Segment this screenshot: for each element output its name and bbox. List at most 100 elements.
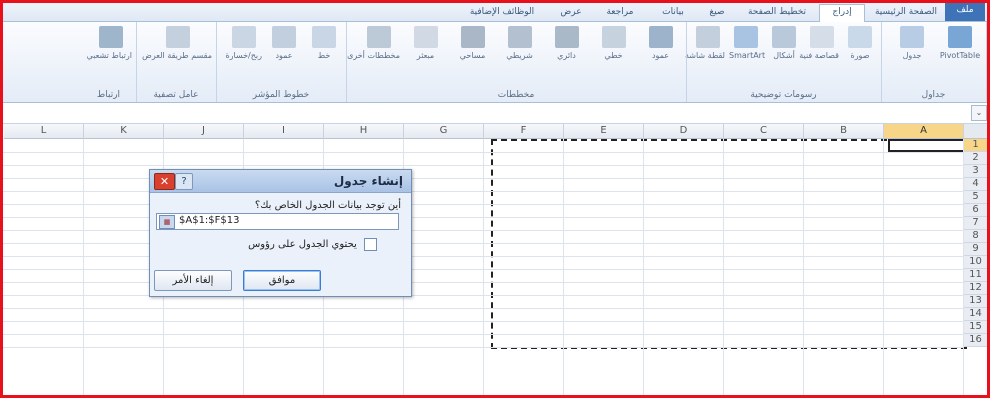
ribbon-button-4-1[interactable]: خط bbox=[306, 26, 342, 60]
ribbon-button-2-4[interactable]: SmartArt bbox=[729, 26, 766, 60]
ribbon-button-label: PivotTable bbox=[939, 51, 981, 60]
ribbon-button-2-3[interactable]: أشكال bbox=[767, 26, 801, 60]
row-header-2[interactable]: 2 bbox=[964, 152, 987, 165]
active-cell-a1[interactable] bbox=[888, 139, 966, 152]
row-gridline bbox=[3, 243, 964, 244]
column-header-h[interactable]: H bbox=[324, 124, 404, 139]
tab-9[interactable]: الوظائف الإضافية bbox=[457, 5, 547, 20]
row-header-6[interactable]: 6 bbox=[964, 204, 987, 217]
ribbon-button-1-1[interactable]: PivotTable bbox=[938, 26, 982, 60]
headers-checkbox[interactable] bbox=[364, 238, 377, 251]
column-header-i[interactable]: I bbox=[244, 124, 324, 139]
ribbon-button-2-5[interactable]: لقطة شاشة bbox=[685, 26, 725, 60]
row-gridline bbox=[3, 321, 964, 322]
collapse-dialog-icon[interactable]: ▦ bbox=[159, 215, 175, 229]
ribbon-button-label: عمود bbox=[651, 51, 670, 60]
tab-4[interactable]: تخطيط الصفحة bbox=[739, 5, 815, 20]
ribbon-button-3-2[interactable]: خطي bbox=[592, 26, 635, 60]
tab-3[interactable]: إدراج bbox=[819, 4, 865, 22]
hyperlink-icon bbox=[98, 26, 123, 48]
row-header-15[interactable]: 15 bbox=[964, 321, 987, 334]
ribbon-button-3-6[interactable]: مبعثر bbox=[404, 26, 447, 60]
ribbon-group-1: PivotTable جدول جداول bbox=[881, 22, 987, 102]
ribbon-button-5-1[interactable]: مقسم طريقة العرض bbox=[142, 26, 212, 60]
ribbon-button-2-2[interactable]: قصاصة فنية bbox=[799, 26, 839, 60]
ribbon-button-1-2[interactable]: جدول bbox=[890, 26, 934, 60]
ribbon-button-3-3[interactable]: دائري bbox=[545, 26, 588, 60]
ribbon-group-2: صورة قصاصة فنية أشكال SmartArt لقطة شاشة رسوم… bbox=[685, 22, 882, 102]
row-header-1[interactable]: 1 bbox=[964, 139, 987, 152]
column-header-b[interactable]: B bbox=[804, 124, 884, 139]
close-icon[interactable]: ✕ bbox=[154, 173, 175, 190]
column-header-f[interactable]: F bbox=[484, 124, 564, 139]
ribbon-button-label: ربح/خسارة bbox=[225, 51, 262, 60]
column-header-c[interactable]: C bbox=[724, 124, 804, 139]
ribbon-button-3-1[interactable]: عمود bbox=[639, 26, 682, 60]
ribbon-button-6-1[interactable]: ارتباط تشعبي bbox=[86, 26, 132, 60]
ribbon-group-name: ارتباط bbox=[96, 90, 121, 100]
ribbon-group-name: عامل تصفية bbox=[153, 90, 199, 100]
row-header-13[interactable]: 13 bbox=[964, 295, 987, 308]
row-header-11[interactable]: 11 bbox=[964, 269, 987, 282]
row-header-12[interactable]: 12 bbox=[964, 282, 987, 295]
tab-1[interactable]: ملف bbox=[945, 3, 985, 21]
ribbon-button-4-2[interactable]: عمود bbox=[266, 26, 302, 60]
row-header-3[interactable]: 3 bbox=[964, 165, 987, 178]
ribbon-button-3-7[interactable]: مخططات أخرى bbox=[347, 26, 400, 60]
tab-6[interactable]: بيانات bbox=[651, 5, 695, 20]
row-header-4[interactable]: 4 bbox=[964, 178, 987, 191]
ribbon-button-label: خطي bbox=[604, 51, 623, 60]
row-header-10[interactable]: 10 bbox=[964, 256, 987, 269]
range-input[interactable]: ▦ $A$1:$F$13 bbox=[156, 213, 399, 230]
ribbon-button-label: مقسم طريقة العرض bbox=[142, 51, 212, 60]
ribbon-group-6: ارتباط تشعبي ارتباط bbox=[81, 22, 137, 102]
row-header-9[interactable]: 9 bbox=[964, 243, 987, 256]
dialog-title-bar[interactable]: ✕ ? إنشاء جدول bbox=[150, 170, 411, 193]
row-header-5[interactable]: 5 bbox=[964, 191, 987, 204]
column-header-d[interactable]: D bbox=[644, 124, 724, 139]
ok-button[interactable]: موافق bbox=[243, 270, 321, 291]
ribbon-button-3-5[interactable]: مساحي bbox=[451, 26, 494, 60]
column-chart-icon bbox=[648, 26, 673, 48]
tab-5[interactable]: صيغ bbox=[701, 5, 733, 20]
ribbon-button-label: خط bbox=[317, 51, 331, 60]
row-gridline bbox=[3, 334, 964, 335]
row-header-16[interactable]: 16 bbox=[964, 334, 987, 347]
expand-formula-bar-icon[interactable]: ⌄ bbox=[971, 105, 987, 121]
ribbon-button-label: ارتباط تشعبي bbox=[86, 51, 132, 60]
tab-7[interactable]: مراجعة bbox=[595, 5, 645, 20]
excel-window: ملف الصفحة الرئيسية إدراج تخطيط الصفحة صيغ بي… bbox=[0, 0, 990, 398]
cancel-button[interactable]: إلغاء الأمر bbox=[154, 270, 232, 291]
select-all-corner[interactable] bbox=[964, 124, 987, 139]
row-gridline bbox=[3, 256, 964, 257]
row-header-8[interactable]: 8 bbox=[964, 230, 987, 243]
row-header-14[interactable]: 14 bbox=[964, 308, 987, 321]
column-header-k[interactable]: K bbox=[84, 124, 164, 139]
sparkline-column-icon bbox=[272, 26, 296, 48]
ribbon-group-5: مقسم طريقة العرض عامل تصفية bbox=[136, 22, 217, 102]
other-charts-icon bbox=[366, 26, 391, 48]
tab-2[interactable]: الصفحة الرئيسية bbox=[871, 5, 941, 20]
column-header-e[interactable]: E bbox=[564, 124, 644, 139]
column-header-g[interactable]: G bbox=[404, 124, 484, 139]
formula-bar[interactable]: ⌄ bbox=[3, 103, 987, 124]
row-gridline bbox=[3, 295, 964, 296]
column-header-l[interactable]: L bbox=[4, 124, 84, 139]
help-icon[interactable]: ? bbox=[175, 173, 193, 190]
scatter-chart-icon bbox=[413, 26, 438, 48]
tab-8[interactable]: عرض bbox=[553, 5, 589, 20]
column-header-a[interactable]: A bbox=[884, 124, 964, 139]
row-header-7[interactable]: 7 bbox=[964, 217, 987, 230]
column-header-j[interactable]: J bbox=[164, 124, 244, 139]
ribbon-button-3-4[interactable]: شريطي bbox=[498, 26, 541, 60]
ribbon-button-2-1[interactable]: صورة bbox=[843, 26, 877, 60]
range-prompt: أين توجد بيانات الجدول الخاص بك؟ bbox=[254, 200, 401, 211]
ribbon-button-label: SmartArt bbox=[729, 51, 766, 60]
create-table-dialog: ✕ ? إنشاء جدول أين توجد بيانات الجدول ال… bbox=[149, 169, 412, 297]
ribbon-group-name: مخططات bbox=[497, 90, 535, 100]
ribbon-button-4-3[interactable]: ربح/خسارة bbox=[225, 26, 262, 60]
row-gridline bbox=[3, 269, 964, 270]
clipart-icon bbox=[810, 26, 834, 48]
headers-checkbox-row[interactable]: يحتوي الجدول على رؤوس bbox=[248, 238, 377, 251]
ribbon-group-name: رسومات توضيحية bbox=[750, 90, 817, 100]
